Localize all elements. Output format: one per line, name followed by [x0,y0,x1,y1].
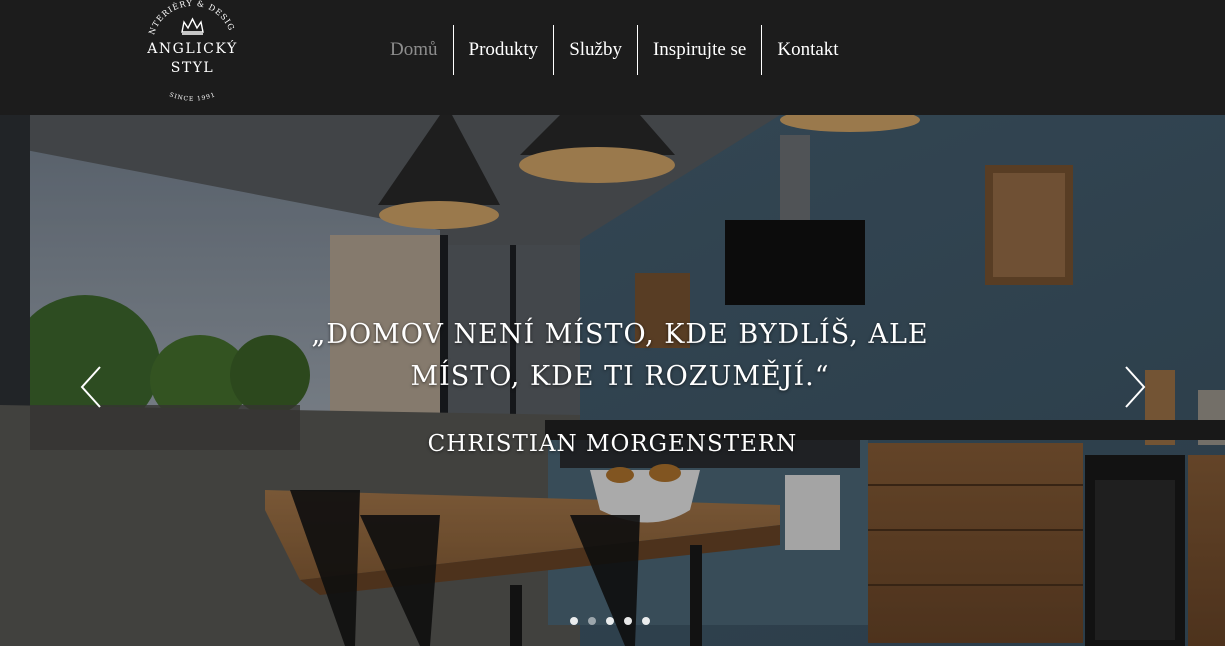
hero-author: CHRISTIAN MORGENSTERN [427,431,798,457]
svg-text:INTERIÉRY & DESIGN: INTERIÉRY & DESIGN [140,0,236,36]
logo-line2: STYL [170,60,215,76]
slide-dot-5[interactable] [642,617,650,625]
chevron-left-icon [80,366,101,408]
hero-slider: „DOMOV NENÍ MÍSTO, KDE BYDLÍŠ, ALE MÍSTO… [0,115,1225,646]
logo-line1: ANGLICKÝ [147,41,238,57]
hero-quote-line1: „DOMOV NENÍ MÍSTO, KDE BYDLÍŠ, ALE [311,319,929,350]
site-header: INTERIÉRY & DESIGN SINCE 1991 ANGLICKÝ S… [0,0,1225,115]
chevron-right-icon [1125,366,1146,408]
nav-item-domu[interactable]: Domů [375,25,453,75]
main-nav: Domů Produkty Služby Inspirujte se Konta… [375,25,854,75]
slide-dot-4[interactable] [624,617,632,625]
slide-dot-2[interactable] [588,617,596,625]
nav-item-kontakt[interactable]: Kontakt [761,25,853,75]
logo[interactable]: INTERIÉRY & DESIGN SINCE 1991 ANGLICKÝ S… [140,0,245,108]
nav-item-produkty[interactable]: Produkty [452,25,554,75]
logo-arc-text: INTERIÉRY & DESIGN [140,0,235,36]
prev-slide-button[interactable] [78,365,108,409]
slide-dot-3[interactable] [606,617,614,625]
hero-quote: „DOMOV NENÍ MÍSTO, KDE BYDLÍŠ, ALE MÍSTO… [250,314,990,398]
nav-item-inspirujte-se[interactable]: Inspirujte se [636,25,761,75]
slider-dots [570,617,650,625]
hero-quote-line2: MÍSTO, KDE TI ROZUMĚJÍ.“ [410,361,830,392]
logo-since: SINCE 1991 [168,91,215,102]
next-slide-button[interactable] [1118,365,1148,409]
slide-dot-1[interactable] [570,617,578,625]
nav-item-sluzby[interactable]: Služby [553,25,637,75]
svg-text:SINCE 1991: SINCE 1991 [168,91,216,102]
